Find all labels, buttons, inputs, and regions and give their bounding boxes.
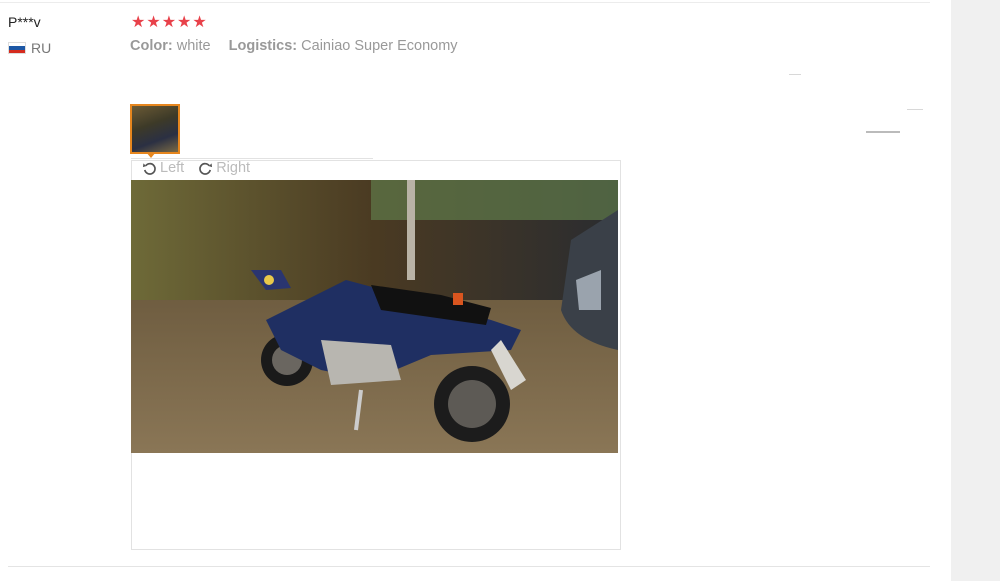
review-photo-thumbnail[interactable] xyxy=(130,104,180,154)
logistics-value: Cainiao Super Economy xyxy=(301,38,458,54)
reviewer-name: P***v xyxy=(8,14,41,30)
rotate-controls: Left Right xyxy=(142,160,250,176)
star-rating: ★ ★ ★ ★ ★ xyxy=(131,14,207,32)
logistics-label: Logistics: xyxy=(228,38,298,54)
country-code: RU xyxy=(31,40,52,56)
viewer-divider xyxy=(131,158,373,159)
review-photo-motorcycle[interactable] xyxy=(131,180,618,453)
bottom-divider xyxy=(8,566,930,567)
right-gutter xyxy=(951,0,1000,581)
star-icon: ★ xyxy=(131,14,146,31)
star-icon: ★ xyxy=(192,14,207,31)
color-value: white xyxy=(176,38,211,54)
rotate-right-button[interactable]: Right xyxy=(198,160,250,176)
color-label: Color: xyxy=(130,38,173,54)
star-icon: ★ xyxy=(146,14,161,31)
star-icon: ★ xyxy=(161,14,177,31)
rotate-right-label: Right xyxy=(216,160,251,176)
reviewer-country: RU xyxy=(8,40,51,56)
star-icon: ★ xyxy=(177,14,192,31)
rotate-left-icon xyxy=(142,162,156,175)
rotate-left-label: Left xyxy=(160,160,185,176)
top-divider xyxy=(0,2,930,3)
faint-mark xyxy=(907,109,923,110)
rotate-left-button[interactable]: Left xyxy=(142,160,184,176)
order-attributes: Color: white Logistics: Cainiao Super Ec… xyxy=(130,38,458,54)
russia-flag-icon xyxy=(8,42,26,54)
rotate-right-icon xyxy=(199,162,213,175)
faint-mark xyxy=(866,131,900,133)
faint-mark xyxy=(789,74,801,75)
